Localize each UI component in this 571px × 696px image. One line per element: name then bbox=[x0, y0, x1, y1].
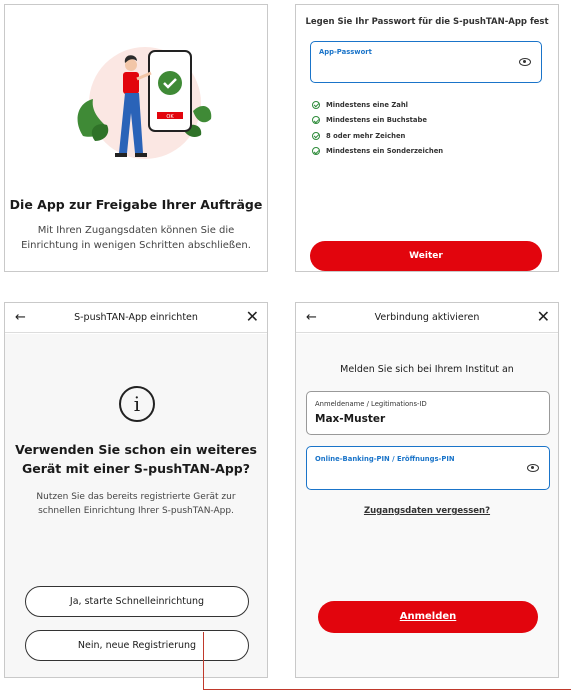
password-rule: Mindestens ein Sonderzeichen bbox=[312, 144, 443, 160]
new-registration-button[interactable]: Nein, neue Registrierung bbox=[25, 630, 249, 661]
login-header-title: Verbindung aktivieren bbox=[374, 312, 480, 323]
username-value: Max-Muster bbox=[315, 413, 386, 425]
eye-icon[interactable] bbox=[519, 58, 531, 66]
password-screen: Legen Sie Ihr Passwort für die S-pushTAN… bbox=[295, 4, 559, 272]
password-rules-list: Mindestens eine Zahl Mindestens ein Buch… bbox=[312, 97, 443, 159]
app-password-field[interactable]: App-Passwort bbox=[310, 41, 542, 83]
info-icon: i bbox=[119, 386, 155, 422]
setup-screen: ← S-pushTAN-App einrichten ✕ i Verwenden… bbox=[4, 302, 268, 678]
check-circle-icon bbox=[312, 147, 320, 156]
setup-header-title: S-pushTAN-App einrichten bbox=[74, 312, 198, 323]
eye-icon[interactable] bbox=[527, 464, 539, 472]
setup-body: i Verwenden Sie schon ein weiteres Gerät… bbox=[5, 334, 267, 677]
forgot-credentials-link[interactable]: Zugangsdaten vergessen? bbox=[296, 506, 558, 516]
intro-description: Mit Ihren Zugangsdaten können Sie die Ei… bbox=[21, 225, 251, 251]
person-with-phone-illustration: OK bbox=[77, 47, 212, 159]
connector-line bbox=[203, 632, 204, 690]
password-rule: Mindestens eine Zahl bbox=[312, 97, 443, 113]
pin-label: Online-Banking-PIN / Eröffnungs-PIN bbox=[315, 455, 455, 463]
password-heading: Legen Sie Ihr Passwort für die S-pushTAN… bbox=[305, 17, 549, 27]
close-icon[interactable]: ✕ bbox=[246, 309, 259, 325]
anmelden-button[interactable]: Anmelden bbox=[318, 601, 538, 633]
pin-field[interactable]: Online-Banking-PIN / Eröffnungs-PIN bbox=[306, 446, 550, 490]
setup-question-title: Verwenden Sie schon ein weiteres Gerät m… bbox=[15, 442, 257, 476]
setup-description: Nutzen Sie das bereits registrierte Gerä… bbox=[36, 492, 236, 516]
connector-line bbox=[203, 689, 571, 690]
login-heading: Melden Sie sich bei Ihrem Institut an bbox=[340, 364, 514, 375]
app-password-label: App-Passwort bbox=[319, 48, 372, 56]
username-label: Anmeldename / Legitimations-ID bbox=[315, 400, 427, 408]
login-header: ← Verbindung aktivieren ✕ bbox=[296, 303, 558, 333]
username-field[interactable]: Anmeldename / Legitimations-ID Max-Muste… bbox=[306, 391, 550, 435]
intro-screen: OK Die App zur Freigabe Ihrer Aufträge M… bbox=[4, 4, 268, 272]
password-rule: Mindestens ein Buchstabe bbox=[312, 113, 443, 129]
check-circle-icon bbox=[312, 131, 320, 140]
setup-header: ← S-pushTAN-App einrichten ✕ bbox=[5, 303, 267, 333]
weiter-button[interactable]: Weiter bbox=[310, 241, 542, 271]
check-circle-icon bbox=[312, 100, 320, 109]
intro-title: Die App zur Freigabe Ihrer Aufträge bbox=[9, 197, 263, 212]
password-rule: 8 oder mehr Zeichen bbox=[312, 128, 443, 144]
svg-text:OK: OK bbox=[166, 114, 174, 120]
login-screen: ← Verbindung aktivieren ✕ Melden Sie sic… bbox=[295, 302, 559, 678]
quick-setup-button[interactable]: Ja, starte Schnelleinrichtung bbox=[25, 586, 249, 617]
close-icon[interactable]: ✕ bbox=[537, 309, 550, 325]
check-circle-icon bbox=[312, 116, 320, 125]
